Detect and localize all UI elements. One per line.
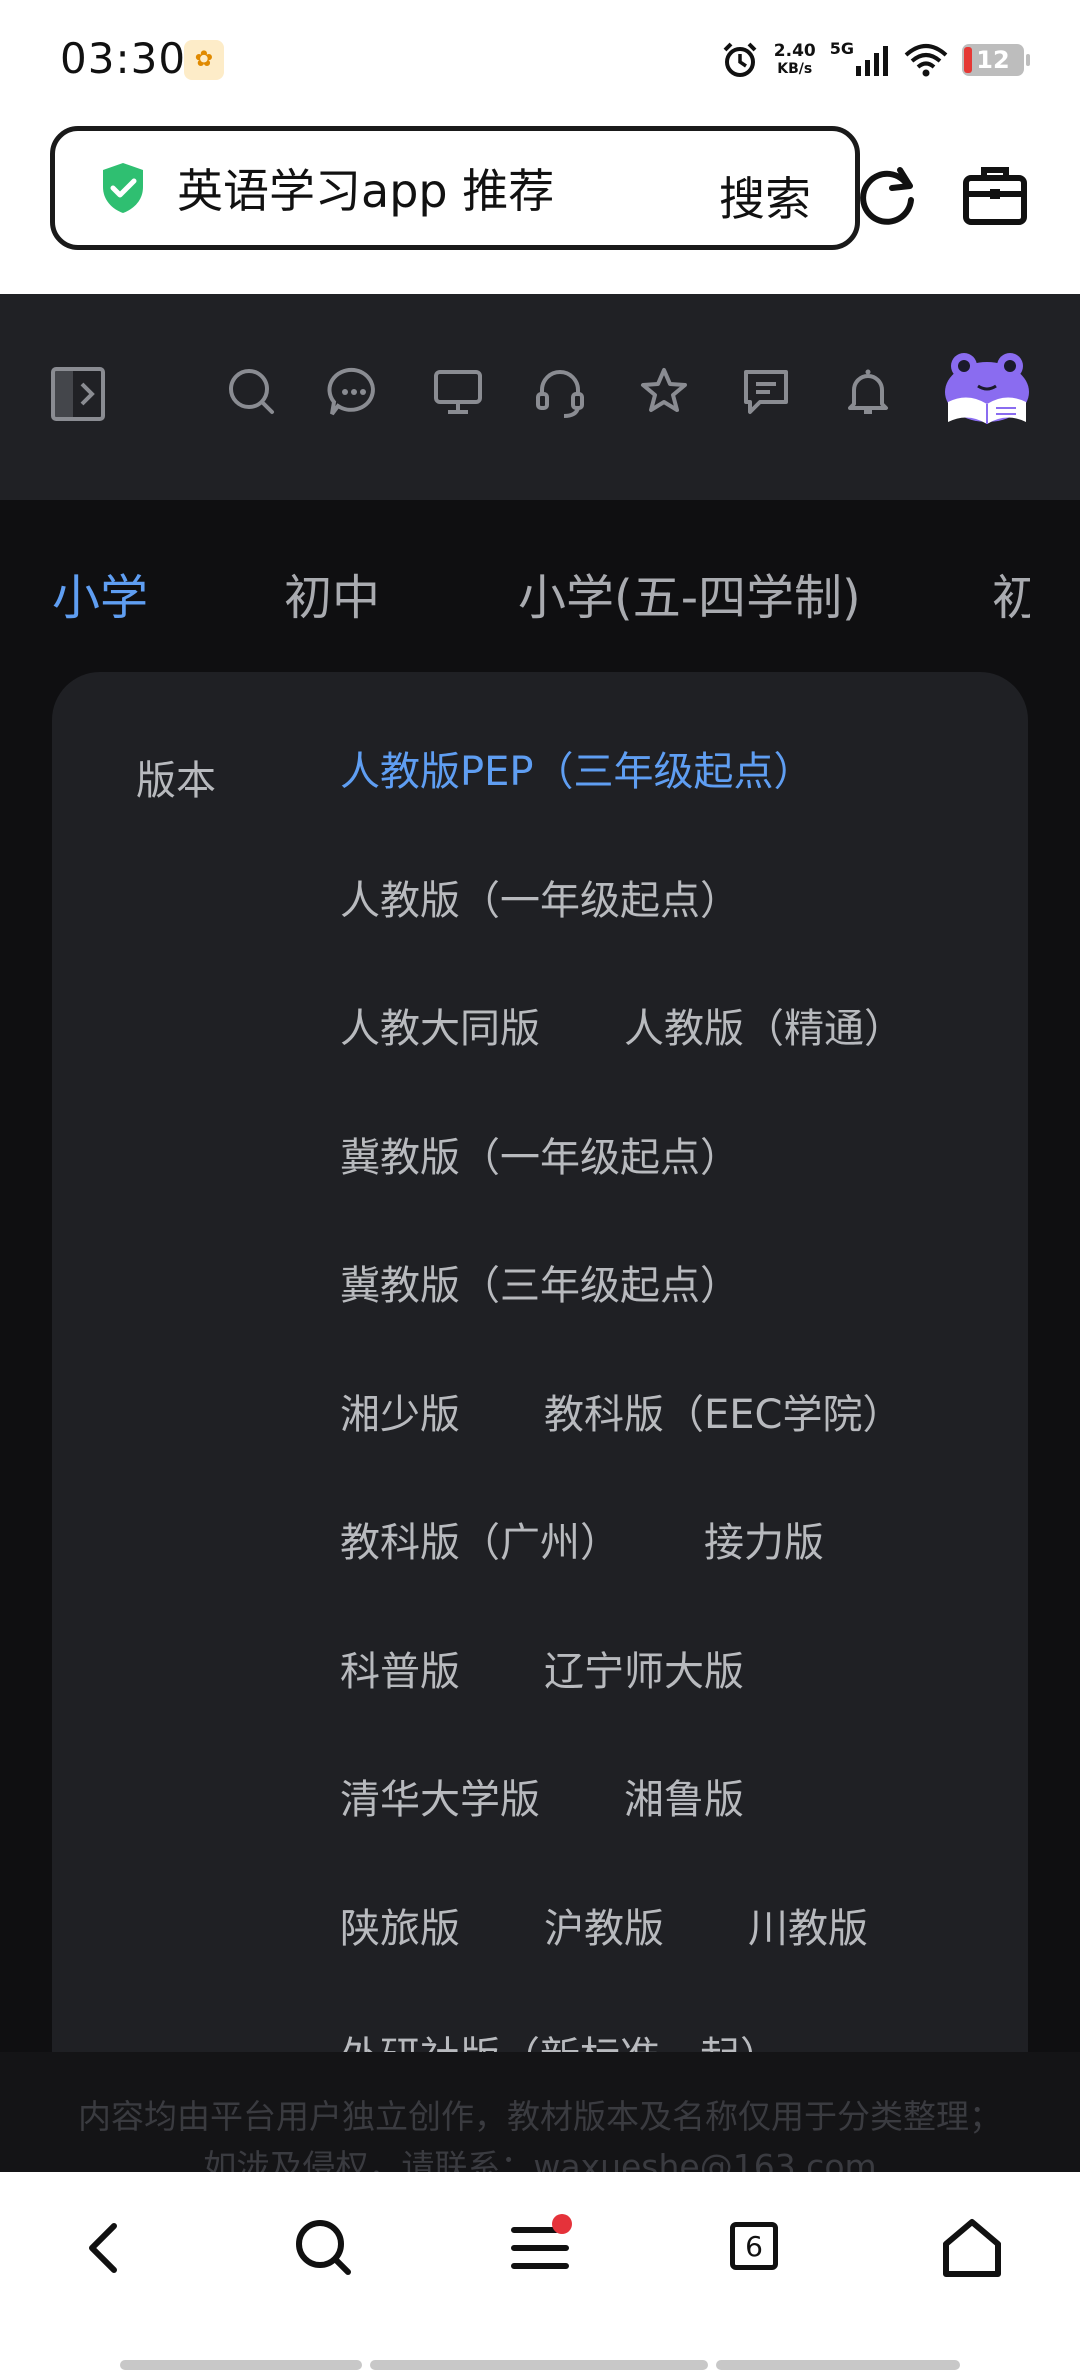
edition-option[interactable]: 辽宁师大版: [544, 1648, 744, 1777]
gesture-bar: [120, 2360, 960, 2370]
edition-row: 清华大学版 湘鲁版: [340, 1776, 1000, 1905]
edition-row: 人教版PEP（三年级起点）: [340, 748, 1000, 877]
edition-row: 外研社版（新标准一起）: [340, 2033, 1000, 2052]
alarm-icon: [723, 42, 757, 77]
wifi-icon: [904, 44, 948, 77]
shield-check-icon: [103, 163, 143, 213]
edition-option-selected[interactable]: 人教版PEP（三年级起点）: [340, 748, 814, 877]
sidebar-toggle-icon[interactable]: [50, 366, 106, 422]
edition-options: 人教版PEP（三年级起点） 人教版（一年级起点） 人教大同版 人教版（精通） 冀…: [340, 748, 1000, 2052]
edition-option[interactable]: 教科版（EEC学院）: [544, 1391, 902, 1520]
message-icon[interactable]: [736, 362, 796, 422]
edition-filter-card: 版本 人教版PEP（三年级起点） 人教版（一年级起点） 人教大同版 人教版（精通…: [52, 672, 1028, 2052]
monitor-icon[interactable]: [428, 362, 488, 422]
edition-option[interactable]: 冀教版（三年级起点）: [340, 1262, 740, 1391]
status-icons: 2.40 KB/s 5G 12: [720, 30, 1030, 90]
signal-icon: [856, 46, 888, 76]
edition-label: 版本: [136, 758, 216, 804]
headset-icon[interactable]: [530, 362, 590, 422]
edition-row: 陕旅版 沪教版 川教版: [340, 1905, 1000, 2034]
network-speed: 2.40 KB/s: [774, 42, 816, 78]
notification-dot: [552, 2214, 572, 2234]
chat-bubble-icon[interactable]: [324, 362, 384, 422]
level-tabs: 小学 初中 小学(五-四学制) 初: [0, 500, 1080, 670]
battery-indicator: 12: [962, 44, 1030, 76]
search-icon[interactable]: [222, 362, 282, 422]
edition-option[interactable]: 接力版: [704, 1519, 824, 1648]
status-time: 03:30: [60, 34, 187, 83]
edition-option[interactable]: 沪教版: [544, 1905, 664, 2034]
status-bar: 03:30 ✿ 2.40 KB/s 5G 12: [0, 0, 1080, 118]
copyright-notice: 内容均由平台用户独立创作，教材版本及名称仅用于分类整理； 如涉及侵权，请联系：w…: [0, 2052, 1080, 2172]
tab-primary[interactable]: 小学: [52, 558, 148, 628]
search-query[interactable]: 英语学习app 推荐: [177, 155, 554, 221]
edition-option[interactable]: 教科版（广州）: [340, 1519, 620, 1648]
search-box[interactable]: 英语学习app 推荐 搜索: [50, 126, 860, 250]
edition-option[interactable]: 清华大学版: [340, 1776, 540, 1905]
search-icon[interactable]: [288, 2212, 360, 2284]
edition-row: 教科版（广州） 接力版: [340, 1519, 1000, 1648]
network-speed-unit: KB/s: [777, 61, 813, 77]
battery-level: 12: [976, 46, 1010, 74]
edition-row: 科普版 辽宁师大版: [340, 1648, 1000, 1777]
edition-row: 湘少版 教科版（EEC学院）: [340, 1391, 1000, 1520]
site-top-nav: [0, 294, 1080, 500]
user-avatar-frog-icon[interactable]: [942, 350, 1032, 432]
back-icon[interactable]: [70, 2212, 142, 2284]
edition-option[interactable]: 人教大同版: [340, 1005, 540, 1134]
edition-row: 冀教版（三年级起点）: [340, 1262, 1000, 1391]
tabs-count-button[interactable]: 6: [730, 2222, 778, 2270]
edition-option[interactable]: 湘少版: [340, 1391, 460, 1520]
tab-next-clipped[interactable]: 初: [992, 558, 1030, 628]
browser-toolbar: 英语学习app 推荐 搜索: [0, 118, 1080, 294]
edition-row: 人教大同版 人教版（精通）: [340, 1005, 1000, 1134]
edition-option[interactable]: 科普版: [340, 1648, 460, 1777]
home-icon[interactable]: [936, 2212, 1008, 2284]
bell-icon[interactable]: [838, 362, 898, 422]
edition-option[interactable]: 陕旅版: [340, 1905, 460, 2034]
app-notification-icon: ✿: [184, 40, 224, 80]
tab-primary-five-four[interactable]: 小学(五-四学制): [518, 558, 861, 628]
refresh-icon[interactable]: [852, 160, 922, 230]
toolbox-icon[interactable]: [960, 160, 1030, 230]
edition-option[interactable]: 冀教版（一年级起点）: [340, 1134, 740, 1263]
search-button[interactable]: 搜索: [719, 163, 811, 229]
copyright-line-1: 内容均由平台用户独立创作，教材版本及名称仅用于分类整理；: [78, 2097, 1002, 2136]
copyright-line-2: 如涉及侵权，请联系：waxueshe@163.com: [203, 2147, 877, 2172]
edition-option[interactable]: 人教版（精通）: [624, 1005, 904, 1134]
network-type: 5G: [829, 38, 854, 58]
network-speed-value: 2.40: [773, 41, 816, 61]
tab-junior-high[interactable]: 初中: [284, 558, 380, 628]
browser-bottom-bar: 6: [0, 2172, 1080, 2376]
edition-option[interactable]: 人教版（一年级起点）: [340, 877, 740, 1006]
edition-option[interactable]: 湘鲁版: [624, 1776, 744, 1905]
edition-row: 冀教版（一年级起点）: [340, 1134, 1000, 1263]
star-icon[interactable]: [634, 362, 694, 422]
edition-row: 人教版（一年级起点）: [340, 877, 1000, 1006]
edition-option[interactable]: 外研社版（新标准一起）: [340, 2033, 780, 2052]
edition-option[interactable]: 川教版: [748, 1905, 868, 2034]
